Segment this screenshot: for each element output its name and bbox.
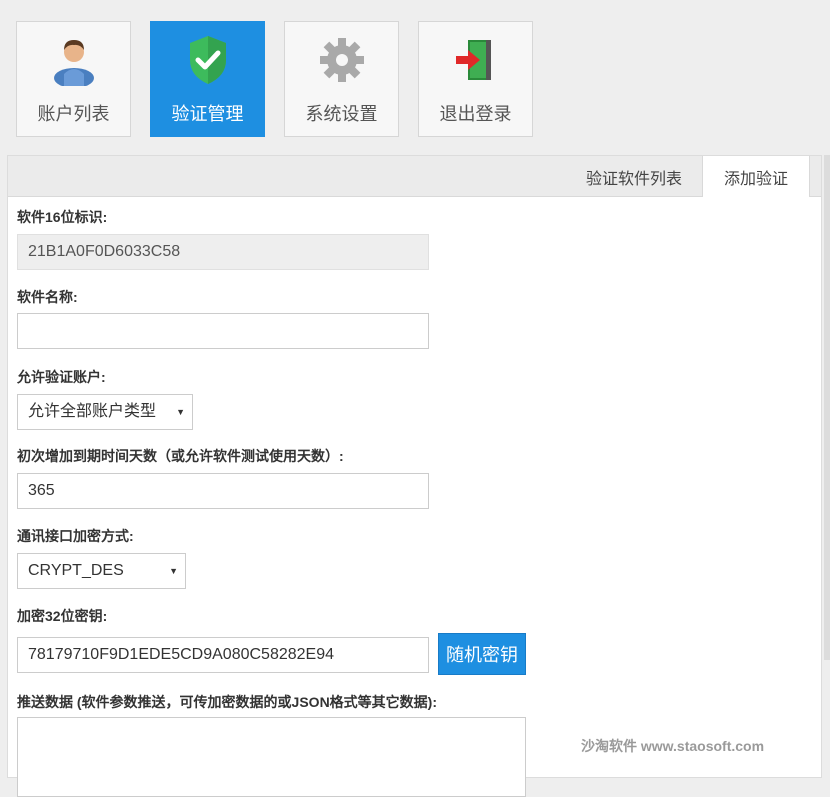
encryption-key-input[interactable]: 78179710F9D1EDE5CD9A080C58282E94 — [17, 637, 429, 673]
gear-icon — [320, 38, 364, 82]
encryption-method-select[interactable]: CRYPT_DES ▼ — [17, 553, 186, 589]
nav-account-list[interactable]: 账户列表 — [16, 21, 131, 137]
encryption-method-label: 通讯接口加密方式: — [17, 528, 134, 544]
tab-verification-software-list[interactable]: 验证软件列表 — [586, 156, 682, 196]
watermark: 沙淘软件 www.staosoft.com — [581, 738, 765, 754]
nav-label: 验证管理 — [171, 104, 244, 124]
exit-door-icon — [456, 40, 491, 80]
allowed-accounts-select[interactable]: 允许全部账户类型 ▼ — [17, 394, 193, 430]
software-id-field[interactable]: 21B1A0F0D6033C58 — [17, 234, 429, 270]
shield-check-icon — [190, 36, 226, 84]
random-key-button[interactable]: 随机密钥 — [438, 633, 526, 675]
nav-label: 退出登录 — [439, 104, 512, 124]
tab-add-verification[interactable]: 添加验证 — [702, 156, 810, 197]
tab-bar: 验证软件列表 添加验证 — [8, 156, 821, 197]
initial-days-input[interactable]: 365 — [17, 473, 429, 509]
initial-days-label: 初次增加到期时间天数（或允许软件测试使用天数）: — [17, 448, 344, 464]
nav-logout[interactable]: 退出登录 — [418, 21, 533, 137]
dropdown-arrow-icon: ▼ — [169, 566, 178, 576]
software-id-label: 软件16位标识: — [17, 209, 108, 225]
push-data-label: 推送数据 (软件参数推送，可传加密数据的或JSON格式等其它数据): — [17, 694, 437, 710]
nav-label: 系统设置 — [305, 104, 378, 124]
dropdown-arrow-icon: ▼ — [176, 407, 185, 417]
software-name-input[interactable] — [17, 313, 429, 349]
nav-system-settings[interactable]: 系统设置 — [284, 21, 399, 137]
encryption-method-value: CRYPT_DES — [28, 562, 124, 579]
push-data-textarea[interactable] — [17, 717, 526, 797]
nav-label: 账户列表 — [37, 104, 110, 124]
scrollbar[interactable] — [824, 155, 830, 660]
encryption-key-label: 加密32位密钥: — [17, 608, 108, 624]
allowed-accounts-value: 允许全部账户类型 — [28, 403, 157, 420]
software-name-label: 软件名称: — [17, 289, 78, 305]
user-icon — [54, 40, 94, 86]
nav-verification-management[interactable]: 验证管理 — [150, 21, 265, 137]
allowed-accounts-label: 允许验证账户: — [17, 369, 106, 385]
